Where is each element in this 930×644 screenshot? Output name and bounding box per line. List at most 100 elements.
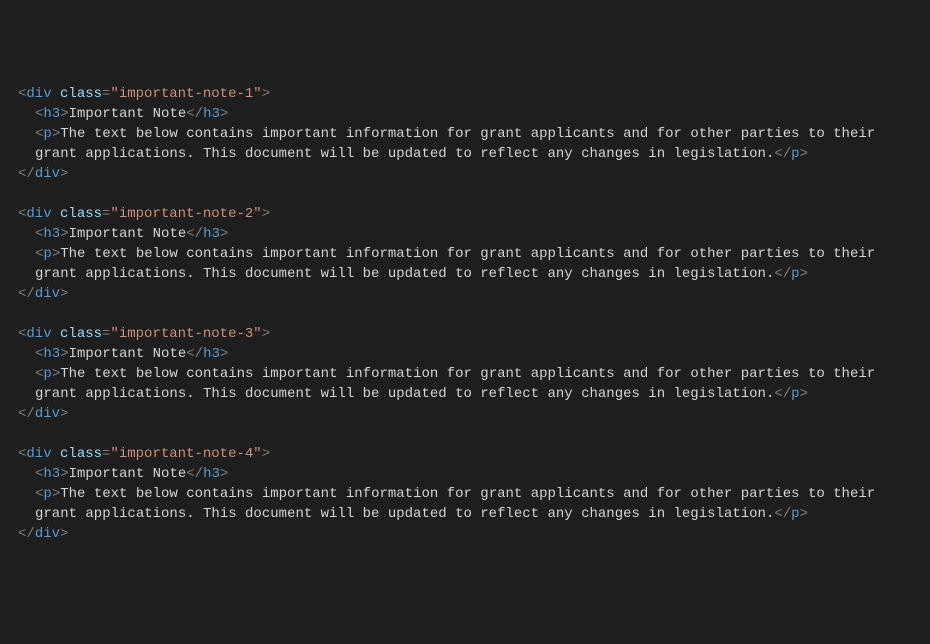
- angle-bracket: >: [262, 206, 270, 222]
- tag-div: div: [35, 286, 60, 302]
- tag-div: div: [35, 406, 60, 422]
- angle-bracket: >: [220, 226, 228, 242]
- tag-div: div: [26, 326, 51, 342]
- code-line-div-close: </div>: [18, 404, 930, 424]
- angle-bracket: >: [60, 406, 68, 422]
- angle-bracket: </: [18, 286, 35, 302]
- angle-bracket: >: [60, 226, 68, 242]
- angle-bracket: </: [774, 146, 791, 162]
- code-line-p-wrap: grant applications. This document will b…: [18, 504, 930, 524]
- attr-value-class: "important-note-4": [110, 446, 261, 462]
- text-heading: Important Note: [69, 346, 187, 362]
- code-blank-line: [18, 184, 930, 204]
- angle-bracket: >: [60, 166, 68, 182]
- tag-div: div: [35, 526, 60, 542]
- tag-h3: h3: [203, 466, 220, 482]
- tag-p: p: [791, 386, 799, 402]
- angle-bracket: </: [18, 406, 35, 422]
- code-line-h3: <h3>Important Note</h3>: [18, 224, 930, 244]
- code-line-p-wrap: grant applications. This document will b…: [18, 384, 930, 404]
- angle-bracket: </: [774, 266, 791, 282]
- attr-class: class: [60, 446, 102, 462]
- angle-bracket: >: [52, 126, 60, 142]
- angle-bracket: >: [60, 106, 68, 122]
- tag-h3: h3: [43, 466, 60, 482]
- text-paragraph-line2: grant applications. This document will b…: [35, 506, 774, 522]
- code-line-h3: <h3>Important Note</h3>: [18, 464, 930, 484]
- tag-p: p: [43, 126, 51, 142]
- code-line-div-close: </div>: [18, 284, 930, 304]
- text-paragraph-line2: grant applications. This document will b…: [35, 386, 774, 402]
- angle-bracket: </: [18, 166, 35, 182]
- attr-class: class: [60, 326, 102, 342]
- attr-value-class: "important-note-2": [110, 206, 261, 222]
- text-heading: Important Note: [69, 466, 187, 482]
- angle-bracket: >: [60, 526, 68, 542]
- tag-h3: h3: [203, 226, 220, 242]
- angle-bracket: </: [774, 506, 791, 522]
- attr-value-class: "important-note-1": [110, 86, 261, 102]
- tag-div: div: [26, 206, 51, 222]
- attr-class: class: [60, 206, 102, 222]
- angle-bracket: </: [774, 386, 791, 402]
- code-line-div-close: </div>: [18, 524, 930, 544]
- angle-bracket: >: [52, 486, 60, 502]
- text-paragraph-line1: The text below contains important inform…: [60, 366, 875, 382]
- text-paragraph-line1: The text below contains important inform…: [60, 246, 875, 262]
- code-line-p-open: <p>The text below contains important inf…: [18, 124, 930, 144]
- angle-bracket: >: [800, 386, 808, 402]
- code-line-div-open: <div class="important-note-4">: [18, 444, 930, 464]
- tag-div: div: [26, 446, 51, 462]
- angle-bracket: >: [220, 106, 228, 122]
- angle-bracket: >: [52, 366, 60, 382]
- angle-bracket: >: [60, 466, 68, 482]
- code-line-p-open: <p>The text below contains important inf…: [18, 484, 930, 504]
- attr-value-class: "important-note-3": [110, 326, 261, 342]
- code-line-p-wrap: grant applications. This document will b…: [18, 264, 930, 284]
- tag-p: p: [43, 366, 51, 382]
- text-paragraph-line1: The text below contains important inform…: [60, 126, 875, 142]
- tag-p: p: [791, 506, 799, 522]
- code-line-div-open: <div class="important-note-2">: [18, 204, 930, 224]
- tag-div: div: [26, 86, 51, 102]
- angle-bracket: >: [262, 446, 270, 462]
- code-blank-line: [18, 304, 930, 324]
- code-line-p-open: <p>The text below contains important inf…: [18, 244, 930, 264]
- angle-bracket: </: [186, 106, 203, 122]
- angle-bracket: >: [800, 146, 808, 162]
- angle-bracket: </: [186, 226, 203, 242]
- angle-bracket: >: [800, 266, 808, 282]
- angle-bracket: >: [60, 286, 68, 302]
- angle-bracket: </: [186, 346, 203, 362]
- text-paragraph-line2: grant applications. This document will b…: [35, 146, 774, 162]
- tag-h3: h3: [43, 226, 60, 242]
- tag-h3: h3: [203, 346, 220, 362]
- tag-h3: h3: [203, 106, 220, 122]
- text-heading: Important Note: [69, 226, 187, 242]
- text-paragraph-line2: grant applications. This document will b…: [35, 266, 774, 282]
- angle-bracket: >: [262, 86, 270, 102]
- angle-bracket: >: [220, 346, 228, 362]
- code-line-div-open: <div class="important-note-1">: [18, 84, 930, 104]
- angle-bracket: >: [800, 506, 808, 522]
- angle-bracket: >: [52, 246, 60, 262]
- angle-bracket: >: [262, 326, 270, 342]
- code-blank-line: [18, 424, 930, 444]
- code-line-div-close: </div>: [18, 164, 930, 184]
- code-line-h3: <h3>Important Note</h3>: [18, 104, 930, 124]
- text-paragraph-line1: The text below contains important inform…: [60, 486, 875, 502]
- angle-bracket: </: [18, 526, 35, 542]
- code-line-p-open: <p>The text below contains important inf…: [18, 364, 930, 384]
- angle-bracket: >: [220, 466, 228, 482]
- tag-h3: h3: [43, 346, 60, 362]
- code-line-h3: <h3>Important Note</h3>: [18, 344, 930, 364]
- code-editor-content[interactable]: <div class="important-note-1"><h3>Import…: [18, 84, 930, 544]
- tag-p: p: [791, 266, 799, 282]
- text-heading: Important Note: [69, 106, 187, 122]
- angle-bracket: </: [186, 466, 203, 482]
- tag-p: p: [43, 246, 51, 262]
- code-line-p-wrap: grant applications. This document will b…: [18, 144, 930, 164]
- tag-h3: h3: [43, 106, 60, 122]
- tag-div: div: [35, 166, 60, 182]
- tag-p: p: [791, 146, 799, 162]
